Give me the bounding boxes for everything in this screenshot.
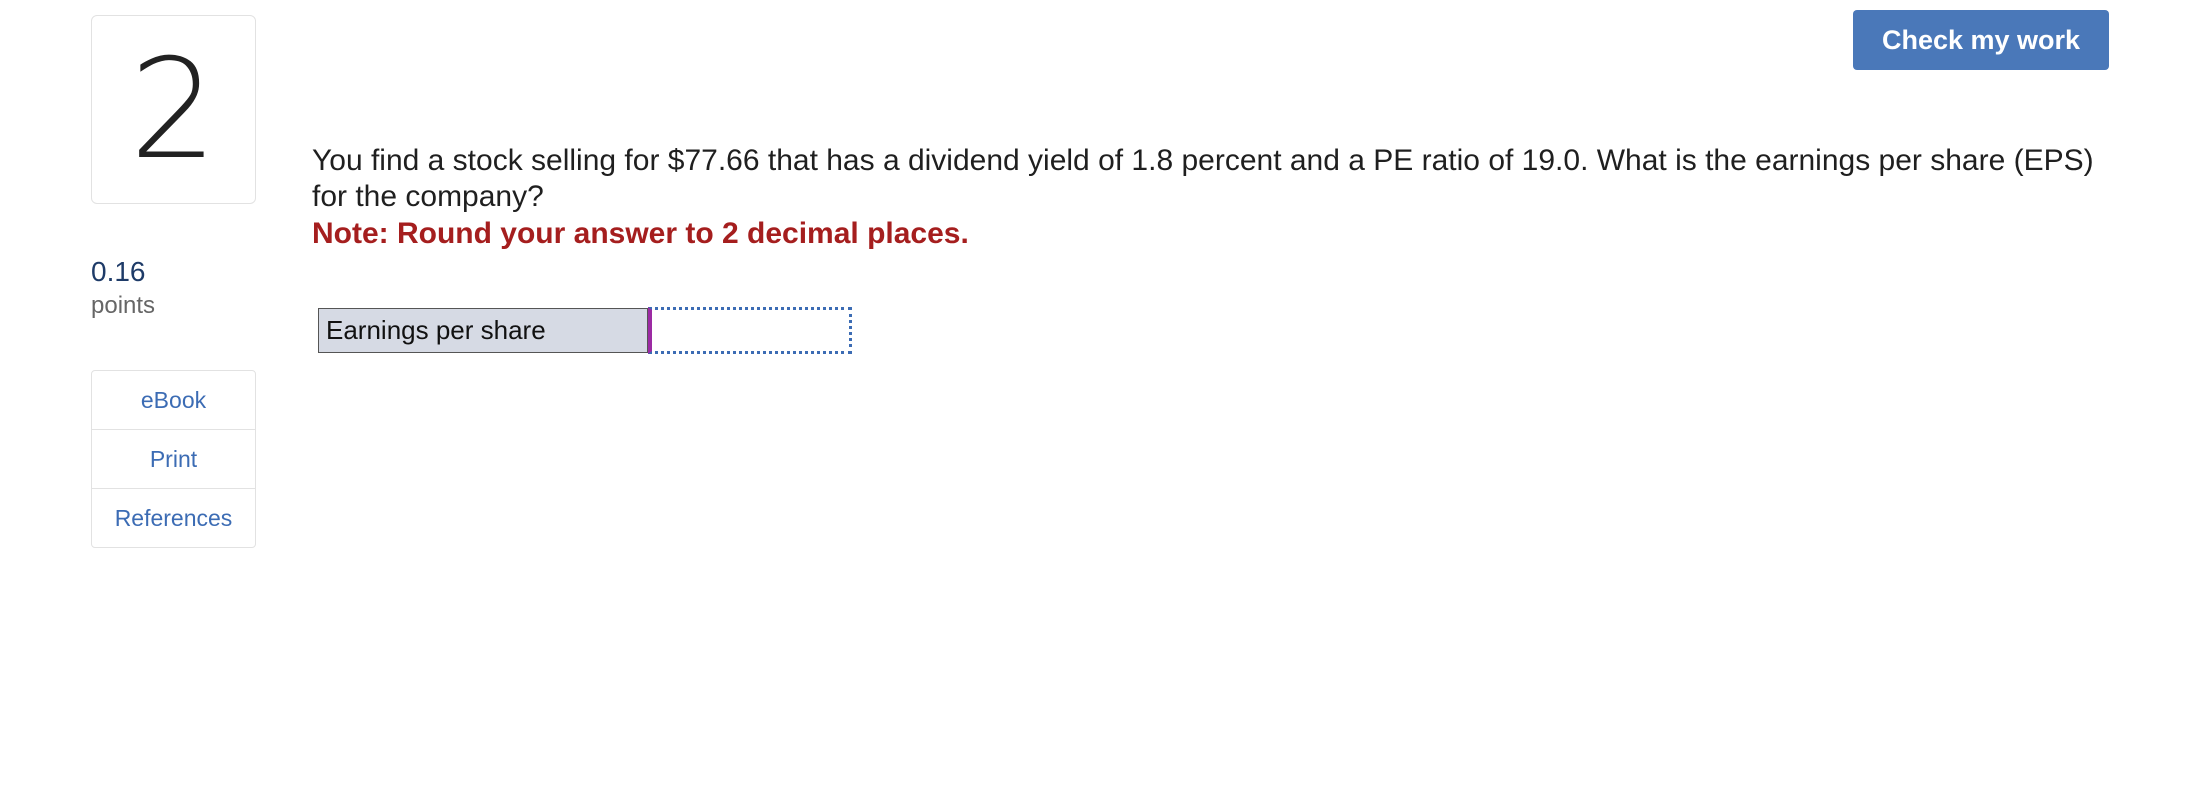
answer-label: Earnings per share	[318, 308, 648, 353]
points-label: points	[91, 292, 156, 319]
question-text: You find a stock selling for $77.66 that…	[312, 144, 2094, 213]
check-my-work-button[interactable]: Check my work	[1853, 10, 2109, 70]
resource-references-link[interactable]: References	[92, 489, 255, 547]
resources-list: eBook Print References	[91, 370, 256, 548]
question-page: 2 0.16 points eBook Print References Che…	[0, 0, 2196, 806]
points-value: 0.16	[91, 256, 146, 287]
resource-print-link[interactable]: Print	[92, 430, 255, 489]
answer-row: Earnings per share	[318, 307, 852, 355]
resource-ebook-link[interactable]: eBook	[92, 371, 255, 430]
eps-answer-input[interactable]	[648, 307, 852, 354]
question-sidebar: 2 0.16 points eBook Print References	[91, 15, 256, 548]
rounding-note: Note: Round your answer to 2 decimal pla…	[312, 217, 969, 250]
question-number: 2	[91, 15, 256, 204]
